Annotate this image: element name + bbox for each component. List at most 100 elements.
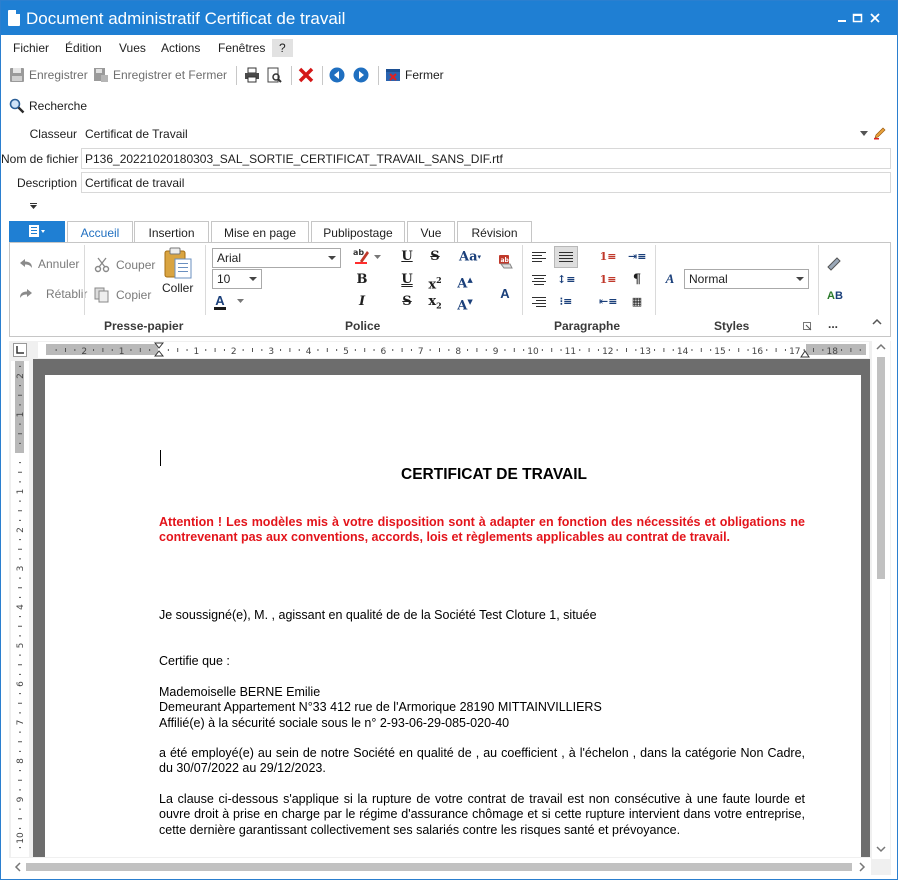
next-button[interactable]: [353, 67, 373, 83]
ruler-label: 5: [343, 347, 349, 357]
document-page[interactable]: CERTIFICAT DE TRAVAIL Attention ! Les mo…: [45, 375, 861, 857]
expand-toggle-icon[interactable]: [30, 203, 37, 209]
tab-revision[interactable]: Révision: [457, 221, 532, 243]
red-x-icon: [298, 67, 314, 83]
style-select[interactable]: Normal: [684, 269, 809, 289]
filename-value: P136_20221020180303_SAL_SORTIE_CERTIFICA…: [85, 152, 503, 166]
font-size-select[interactable]: 10: [212, 269, 262, 289]
indent-marker[interactable]: [154, 342, 164, 358]
vertical-scrollbar[interactable]: [872, 339, 890, 859]
more-button[interactable]: ...: [828, 317, 838, 331]
underline-button[interactable]: U: [398, 248, 416, 266]
paste-button[interactable]: Coller: [162, 247, 193, 295]
subscript-button[interactable]: x2: [426, 293, 444, 311]
filename-field[interactable]: P136_20221020180303_SAL_SORTIE_CERTIFICA…: [81, 148, 891, 169]
strikethrough-button[interactable]: S: [398, 293, 416, 311]
search-button[interactable]: Recherche: [9, 98, 87, 114]
cut-button[interactable]: Couper: [94, 257, 155, 273]
search-icon: [9, 98, 25, 114]
italic-button[interactable]: I: [353, 293, 371, 311]
delete-button[interactable]: [298, 67, 318, 83]
ruler-label: 2: [16, 373, 26, 379]
styles-dialog-launcher-icon[interactable]: [803, 322, 812, 331]
font-name-select[interactable]: Arial: [212, 248, 341, 268]
font-dialog-button[interactable]: A: [496, 285, 514, 303]
justify-button-active[interactable]: [554, 246, 578, 268]
close-document-button[interactable]: Fermer: [385, 67, 444, 83]
bullets-button[interactable]: ⁝≡: [557, 293, 575, 311]
ruler-label: 16: [752, 347, 764, 357]
tab-vue[interactable]: Vue: [407, 221, 455, 243]
align-center-button[interactable]: [532, 274, 548, 288]
menu-fichier[interactable]: Fichier: [13, 41, 49, 55]
highlight-dropdown-icon[interactable]: [374, 255, 381, 259]
svg-text:ab: ab: [353, 248, 364, 257]
redo-button[interactable]: Rétablir: [18, 287, 87, 301]
show-formatting-button[interactable]: ¶: [628, 271, 646, 289]
menu-help[interactable]: ?: [272, 39, 293, 57]
undo-button[interactable]: Annuler: [18, 257, 79, 271]
decrease-indent-button[interactable]: ⇤≡: [599, 293, 617, 311]
menu-edition[interactable]: Édition: [65, 41, 102, 55]
vertical-scroll-thumb[interactable]: [877, 357, 885, 579]
menu-vues[interactable]: Vues: [119, 41, 146, 55]
description-label: Description: [16, 176, 77, 190]
format-painter-button[interactable]: [825, 255, 843, 273]
right-indent-marker[interactable]: [800, 347, 810, 358]
align-right-button[interactable]: [532, 296, 548, 310]
shrink-font-button[interactable]: A▼: [456, 293, 474, 313]
vertical-ruler[interactable]: 2 1 1 2 3 4 5 6 7 8 9 10: [11, 361, 29, 857]
double-strikethrough-button[interactable]: S: [426, 248, 444, 266]
vertical-ruler-ticks: 2 1 1 2 3 4 5 6 7 8 9 10: [16, 365, 26, 849]
tab-stop-selector[interactable]: [13, 343, 27, 357]
ruler-label: 4: [16, 604, 26, 610]
previous-button[interactable]: [329, 67, 349, 83]
classeur-field[interactable]: Certificat de Travail: [81, 123, 891, 144]
horizontal-scrollbar[interactable]: [9, 858, 871, 875]
print-preview-button[interactable]: [266, 67, 286, 83]
horizontal-scroll-thumb[interactable]: [26, 863, 852, 871]
align-left-button[interactable]: [532, 251, 548, 265]
shading-button[interactable]: ▦: [628, 293, 646, 311]
grow-font-button[interactable]: A▲: [456, 271, 474, 291]
minimize-button[interactable]: [834, 10, 850, 26]
increase-indent-button[interactable]: ⇥≡: [628, 248, 646, 266]
app-window: Document administratif Certificat de tra…: [0, 0, 898, 880]
font-name-value: Arial: [217, 251, 242, 265]
document-title: CERTIFICAT DE TRAVAIL: [401, 466, 587, 483]
menu-fenetres[interactable]: Fenêtres: [218, 41, 265, 55]
file-menu-button[interactable]: [9, 221, 65, 242]
print-button[interactable]: [244, 67, 264, 83]
tab-mise-en-page[interactable]: Mise en page: [211, 221, 309, 243]
clear-format-button[interactable]: ab: [496, 253, 514, 271]
ruler-label: 8: [16, 758, 26, 764]
description-field[interactable]: Certificat de travail: [81, 172, 891, 193]
horizontal-ruler[interactable]: 2 1 1 2 3 4 5 6 7 8 9 10 11 12 13 14 15 16 17 18: [38, 342, 869, 358]
close-window-button[interactable]: [867, 10, 883, 26]
group-label-clipboard: Presse-papier: [104, 319, 184, 333]
replace-button[interactable]: AB: [825, 287, 845, 305]
menu-actions[interactable]: Actions: [161, 41, 200, 55]
highlight-button[interactable]: ab: [353, 247, 371, 265]
tab-accueil[interactable]: Accueil: [67, 221, 133, 244]
maximize-button[interactable]: [849, 10, 865, 26]
highlighter-icon: ab: [353, 248, 369, 264]
double-underline-button[interactable]: U: [398, 271, 416, 289]
line-spacing-button[interactable]: ↕≡: [557, 271, 575, 289]
save-button[interactable]: Enregistrer: [9, 67, 88, 83]
superscript-button[interactable]: x2: [426, 271, 444, 292]
redo-icon: [20, 289, 32, 298]
multilevel-list-button[interactable]: 1≡: [599, 271, 617, 289]
tab-publipostage[interactable]: Publipostage: [311, 221, 405, 243]
tab-insertion[interactable]: Insertion: [134, 221, 209, 243]
collapse-ribbon-icon[interactable]: [872, 318, 882, 325]
font-color-dropdown-icon[interactable]: [237, 299, 244, 303]
main-toolbar: Enregistrer Enregistrer et Fermer Fermer: [1, 62, 897, 88]
change-case-button[interactable]: Aa▾: [456, 248, 484, 266]
ruler-label: 17: [789, 347, 800, 357]
copy-button[interactable]: Copier: [94, 287, 151, 303]
numbering-button[interactable]: 1≡: [599, 248, 617, 266]
save-close-button[interactable]: Enregistrer et Fermer: [93, 67, 227, 83]
bold-button[interactable]: B: [353, 271, 371, 289]
font-color-button[interactable]: A: [211, 292, 229, 310]
